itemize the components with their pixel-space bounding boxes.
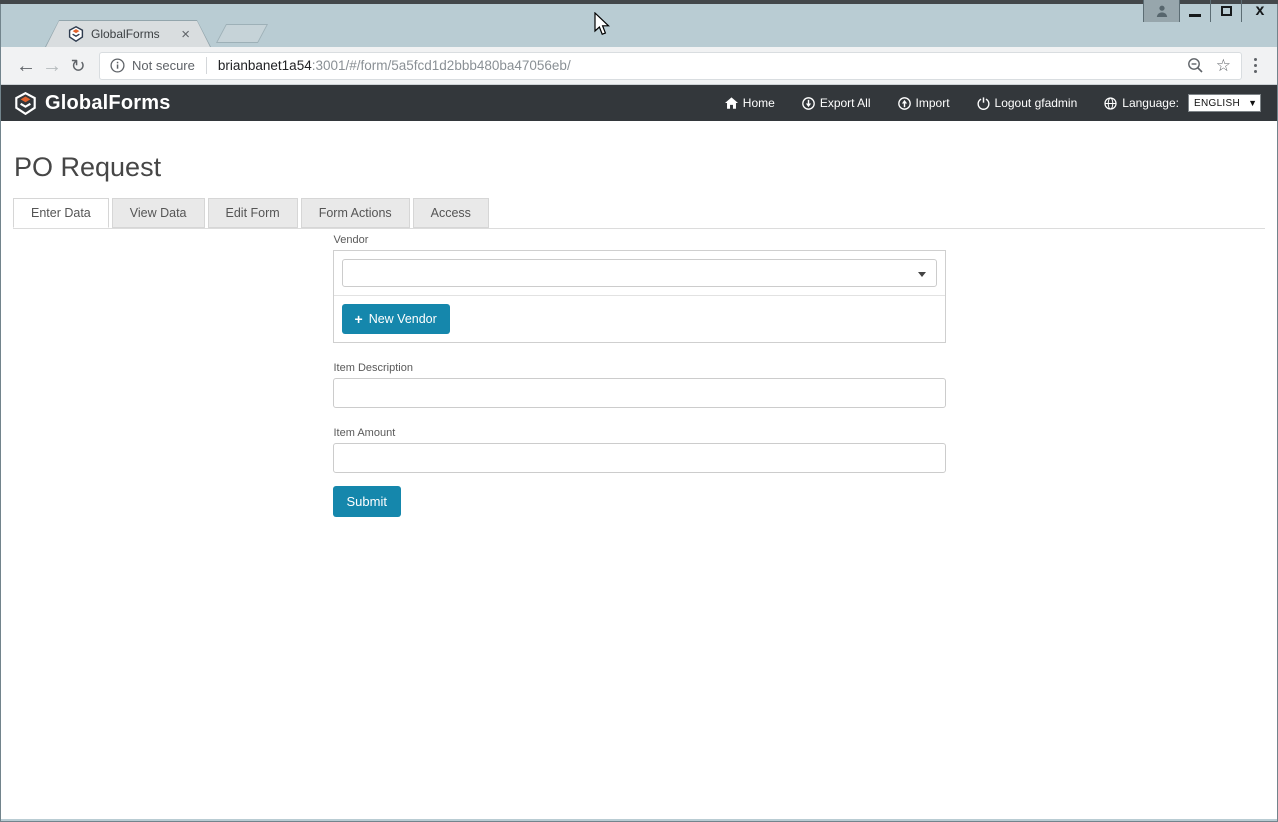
- language-value: ENGLISH: [1194, 98, 1240, 109]
- language-select[interactable]: ENGLISH ▼: [1188, 94, 1261, 112]
- nav-item-home[interactable]: Home: [725, 96, 775, 110]
- export-icon: [802, 97, 815, 110]
- app-navbar: GlobalForms Home Export All: [1, 85, 1277, 121]
- close-button[interactable]: x: [1241, 0, 1278, 22]
- vendor-select[interactable]: [342, 259, 937, 287]
- tab-form-actions[interactable]: Form Actions: [301, 198, 410, 228]
- url-host: brianbanet1a54: [218, 58, 312, 73]
- plus-icon: +: [355, 314, 363, 324]
- nav-item-import[interactable]: Import: [898, 96, 950, 110]
- item-description-label: Item Description: [334, 362, 946, 374]
- nav-item-language: Language:: [1104, 96, 1179, 110]
- tab-view-data[interactable]: View Data: [112, 198, 205, 228]
- item-description-input[interactable]: [333, 378, 946, 408]
- reload-icon[interactable]: ↻: [65, 57, 91, 75]
- tab-title: GlobalForms: [91, 27, 181, 41]
- page-content: PO Request Enter Data View Data Edit For…: [1, 121, 1277, 819]
- new-tab-button[interactable]: [216, 24, 268, 43]
- po-request-form: Vendor + New Vendor Item Description: [333, 234, 946, 517]
- browser-window: GlobalForms × x ← → ↻: [0, 0, 1278, 822]
- browser-toolbar: ← → ↻ Not secure brianbanet1a54:3001/#/f…: [1, 47, 1277, 85]
- url-path: :3001/#/form/5a5fcd1d2bbb480ba47056eb/: [312, 58, 571, 73]
- maximize-button[interactable]: [1210, 0, 1241, 22]
- browser-tab[interactable]: GlobalForms ×: [45, 20, 211, 47]
- tab-edit-form[interactable]: Edit Form: [208, 198, 298, 228]
- home-icon: [725, 97, 738, 109]
- url-separator: [206, 57, 207, 74]
- select-caret-icon: ▼: [1248, 98, 1257, 108]
- vendor-panel: + New Vendor: [333, 250, 946, 343]
- profile-button[interactable]: [1143, 0, 1179, 22]
- logout-power-icon: [977, 97, 990, 110]
- close-icon: x: [1256, 3, 1265, 19]
- person-icon: [1155, 4, 1169, 18]
- tab-access[interactable]: Access: [413, 198, 489, 228]
- globe-icon: [1104, 97, 1117, 110]
- dropdown-caret-icon: [918, 272, 926, 277]
- item-description-field-group: Item Description: [333, 362, 946, 408]
- window-controls: x: [1143, 0, 1278, 22]
- url-text[interactable]: brianbanet1a54:3001/#/form/5a5fcd1d2bbb4…: [218, 58, 1179, 73]
- page-title: PO Request: [14, 152, 1277, 183]
- brand-name: GlobalForms: [45, 92, 171, 115]
- vendor-label: Vendor: [334, 234, 946, 246]
- minimize-button[interactable]: [1179, 0, 1210, 22]
- info-icon[interactable]: [110, 58, 125, 73]
- item-amount-input[interactable]: [333, 443, 946, 473]
- item-amount-label: Item Amount: [334, 427, 946, 439]
- zoom-out-icon[interactable]: [1187, 57, 1204, 74]
- submit-button[interactable]: Submit: [333, 486, 401, 517]
- globalforms-logo-icon: [14, 92, 37, 115]
- maximize-icon: [1221, 6, 1232, 16]
- nav-item-export-all[interactable]: Export All: [802, 96, 871, 110]
- forward-icon: →: [39, 56, 65, 76]
- not-secure-label: Not secure: [132, 58, 195, 73]
- back-icon[interactable]: ←: [13, 56, 39, 76]
- brand[interactable]: GlobalForms: [14, 92, 171, 115]
- globalforms-favicon-icon: [68, 26, 84, 42]
- browser-menu-icon[interactable]: [1254, 58, 1257, 73]
- bookmark-star-icon[interactable]: ☆: [1216, 57, 1231, 74]
- mouse-cursor: [593, 12, 615, 38]
- import-icon: [898, 97, 911, 110]
- tab-close-icon[interactable]: ×: [181, 27, 190, 42]
- form-tabs: Enter Data View Data Edit Form Form Acti…: [13, 198, 1265, 229]
- new-vendor-button[interactable]: + New Vendor: [342, 304, 450, 334]
- nav-item-logout[interactable]: Logout gfadmin: [977, 96, 1078, 110]
- item-amount-field-group: Item Amount: [333, 427, 946, 473]
- titlebar: GlobalForms × x: [1, 4, 1277, 47]
- minimize-icon: [1189, 14, 1201, 17]
- tab-enter-data[interactable]: Enter Data: [13, 198, 109, 228]
- url-bar[interactable]: Not secure brianbanet1a54:3001/#/form/5a…: [99, 52, 1242, 80]
